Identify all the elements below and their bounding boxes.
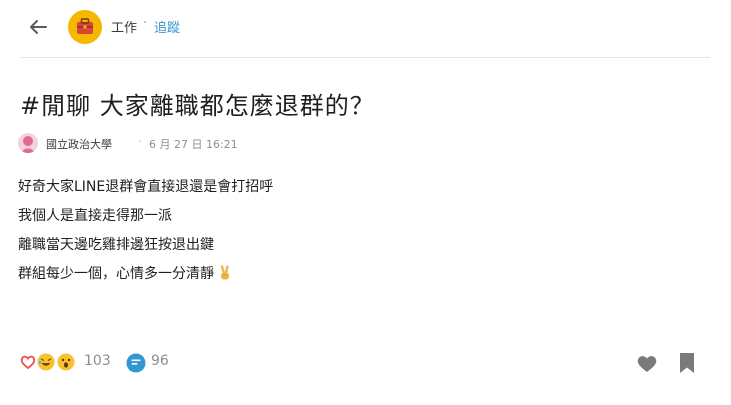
- header-divider: [20, 57, 710, 58]
- post-meta: 國立政治大學 · 6 月 27 日 16:21: [18, 133, 418, 155]
- post-time: 6 月 27 日 16:21: [149, 138, 238, 151]
- laugh-reaction-icon: [36, 352, 56, 372]
- comment-bubble-icon[interactable]: [125, 352, 147, 374]
- post-title: #閒聊 大家離職都怎麼退群的？: [20, 92, 375, 120]
- board-avatar-briefcase-icon[interactable]: [68, 10, 102, 44]
- board-name[interactable]: 工作: [111, 17, 137, 36]
- post-header: 工作 · 追蹤: [0, 0, 731, 58]
- post-content: 好奇大家LINE退群會直接退還是會打招呼 我個人是直接走得那一派 離職當天邊吃雞…: [18, 176, 698, 292]
- author-avatar-icon[interactable]: [18, 133, 38, 153]
- back-arrow-icon[interactable]: [24, 13, 52, 41]
- content-line: 離職當天邊吃雞排邊狂按退出鍵: [18, 237, 214, 253]
- follow-button[interactable]: 追蹤: [154, 17, 180, 36]
- bookmark-icon[interactable]: [679, 352, 695, 374]
- reaction-count[interactable]: 103: [84, 353, 111, 369]
- heart-like-icon[interactable]: [636, 353, 658, 373]
- reaction-stack[interactable]: [18, 352, 78, 374]
- content-line: 群組每少一個，心情多一分清靜: [18, 263, 698, 292]
- content-line: 我個人是直接走得那一派: [18, 208, 172, 224]
- post-footer: 103 96: [0, 343, 731, 383]
- header-separator: ·: [143, 16, 148, 31]
- comment-count[interactable]: 96: [151, 353, 169, 369]
- victory-hand-icon: [220, 265, 229, 280]
- content-line-text: 群組每少一個，心情多一分清靜: [18, 266, 214, 282]
- heart-reaction-icon: [18, 352, 38, 372]
- surprised-reaction-icon: [56, 352, 76, 372]
- author-school: 國立政治大學: [46, 138, 112, 151]
- content-line: 好奇大家LINE退群會直接退還是會打招呼: [18, 179, 274, 195]
- meta-separator: ·: [138, 135, 142, 148]
